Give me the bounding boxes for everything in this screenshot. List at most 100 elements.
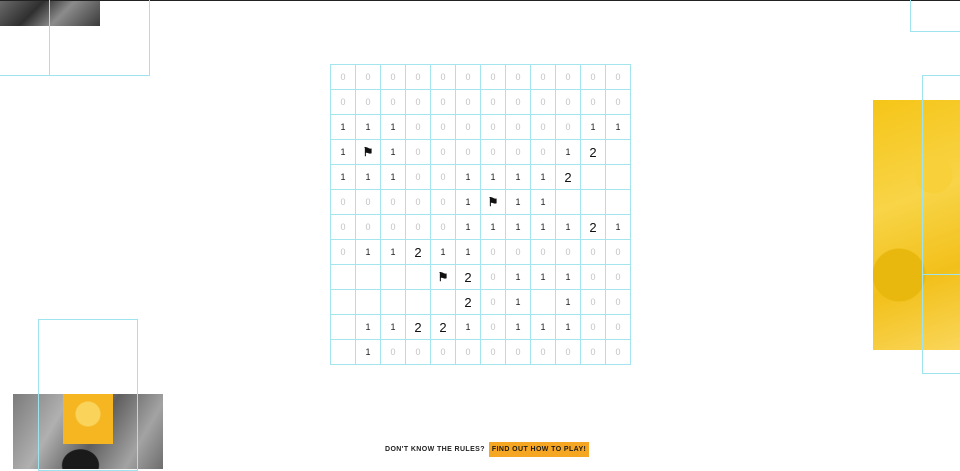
board-cell[interactable]: 0 (431, 65, 456, 90)
board-cell[interactable]: 1 (556, 315, 581, 340)
board-cell[interactable]: 1 (456, 315, 481, 340)
board-cell[interactable]: 0 (481, 115, 506, 140)
board-cell[interactable]: 1 (481, 165, 506, 190)
board-cell[interactable]: 1 (531, 315, 556, 340)
board-cell[interactable]: 0 (531, 65, 556, 90)
board-cell[interactable] (431, 290, 456, 315)
board-cell[interactable]: 0 (331, 240, 356, 265)
board-cell[interactable]: 0 (431, 165, 456, 190)
board-cell[interactable]: 0 (356, 65, 381, 90)
board-cell[interactable]: 1 (331, 115, 356, 140)
how-to-play-button[interactable]: FIND OUT HOW TO PLAY! (488, 442, 590, 457)
board-cell[interactable]: 1 (381, 240, 406, 265)
board-cell[interactable]: 0 (356, 215, 381, 240)
board-cell[interactable]: 0 (431, 215, 456, 240)
board-cell[interactable]: 0 (556, 115, 581, 140)
board-cell[interactable]: 0 (381, 90, 406, 115)
board-cell[interactable]: 0 (481, 290, 506, 315)
board-cell[interactable]: 0 (606, 315, 631, 340)
board-cell[interactable] (581, 165, 606, 190)
board-cell[interactable]: 0 (331, 90, 356, 115)
board-cell[interactable]: 0 (331, 65, 356, 90)
board-cell[interactable]: 0 (381, 340, 406, 365)
board-cell[interactable] (581, 190, 606, 215)
board-cell[interactable]: 0 (506, 140, 531, 165)
board-cell[interactable]: 2 (406, 240, 431, 265)
board-cell[interactable]: 0 (581, 90, 606, 115)
board-cell[interactable]: 1 (481, 215, 506, 240)
board-cell[interactable]: 1 (356, 165, 381, 190)
board-cell[interactable]: 0 (581, 65, 606, 90)
board-cell[interactable] (606, 165, 631, 190)
board-cell[interactable]: 1 (606, 115, 631, 140)
board-cell[interactable]: 1 (456, 190, 481, 215)
board-cell[interactable]: 1 (381, 115, 406, 140)
board-cell[interactable]: 0 (406, 65, 431, 90)
board-cell[interactable]: 2 (456, 265, 481, 290)
board-cell[interactable]: 0 (581, 240, 606, 265)
board-cell[interactable]: 0 (506, 240, 531, 265)
board-cell[interactable]: 1 (581, 115, 606, 140)
board-cell[interactable] (556, 190, 581, 215)
board-cell[interactable]: 2 (431, 315, 456, 340)
board-cell[interactable]: 0 (506, 90, 531, 115)
board-cell[interactable]: 1 (506, 265, 531, 290)
board-cell[interactable]: 0 (556, 240, 581, 265)
flag-icon[interactable]: ⚑ (356, 140, 381, 165)
board-cell[interactable]: 0 (556, 65, 581, 90)
flag-icon[interactable]: ⚑ (481, 190, 506, 215)
board-cell[interactable]: 1 (506, 315, 531, 340)
board-cell[interactable] (331, 340, 356, 365)
board-cell[interactable]: 0 (606, 290, 631, 315)
board-cell[interactable]: 1 (456, 240, 481, 265)
board-cell[interactable]: 1 (506, 165, 531, 190)
board-cell[interactable] (331, 315, 356, 340)
board-cell[interactable]: 2 (556, 165, 581, 190)
board-cell[interactable]: 2 (406, 315, 431, 340)
board-cell[interactable]: 0 (331, 190, 356, 215)
board-cell[interactable]: 0 (431, 115, 456, 140)
board-cell[interactable]: 0 (531, 240, 556, 265)
board-cell[interactable]: 0 (406, 190, 431, 215)
board-cell[interactable]: 1 (531, 215, 556, 240)
board-cell[interactable]: 0 (531, 140, 556, 165)
board-cell[interactable]: 1 (356, 340, 381, 365)
board-cell[interactable]: 0 (431, 190, 456, 215)
board-cell[interactable]: 1 (531, 265, 556, 290)
board-cell[interactable]: 1 (456, 215, 481, 240)
board-cell[interactable]: 1 (556, 215, 581, 240)
board-cell[interactable]: 0 (606, 65, 631, 90)
board-cell[interactable] (381, 290, 406, 315)
board-cell[interactable]: 0 (481, 340, 506, 365)
board-cell[interactable]: 0 (381, 215, 406, 240)
board-cell[interactable]: 0 (331, 215, 356, 240)
board-cell[interactable]: 0 (531, 115, 556, 140)
board-cell[interactable]: 1 (381, 315, 406, 340)
board-cell[interactable]: 1 (606, 215, 631, 240)
board-cell[interactable]: 1 (381, 165, 406, 190)
board-cell[interactable]: 0 (431, 140, 456, 165)
board-cell[interactable]: 0 (606, 340, 631, 365)
board-cell[interactable]: 0 (406, 165, 431, 190)
board-cell[interactable] (331, 290, 356, 315)
board-cell[interactable]: 0 (481, 265, 506, 290)
board-cell[interactable]: 0 (581, 265, 606, 290)
board-cell[interactable]: 1 (506, 190, 531, 215)
board-cell[interactable]: 0 (606, 265, 631, 290)
board-cell[interactable]: 1 (331, 140, 356, 165)
board-cell[interactable]: 0 (456, 115, 481, 140)
board-cell[interactable]: 0 (606, 240, 631, 265)
board-cell[interactable]: 1 (531, 190, 556, 215)
board-cell[interactable]: 0 (431, 340, 456, 365)
board-cell[interactable]: 1 (331, 165, 356, 190)
board-cell[interactable]: 0 (406, 340, 431, 365)
board-cell[interactable]: 1 (556, 290, 581, 315)
board-cell[interactable]: 0 (381, 190, 406, 215)
board-cell[interactable]: 0 (356, 90, 381, 115)
board-cell[interactable] (356, 290, 381, 315)
board-cell[interactable]: 1 (506, 290, 531, 315)
board-cell[interactable]: 0 (406, 140, 431, 165)
board-cell[interactable]: 0 (556, 340, 581, 365)
flag-icon[interactable]: ⚑ (431, 265, 456, 290)
board-cell[interactable]: 0 (506, 65, 531, 90)
